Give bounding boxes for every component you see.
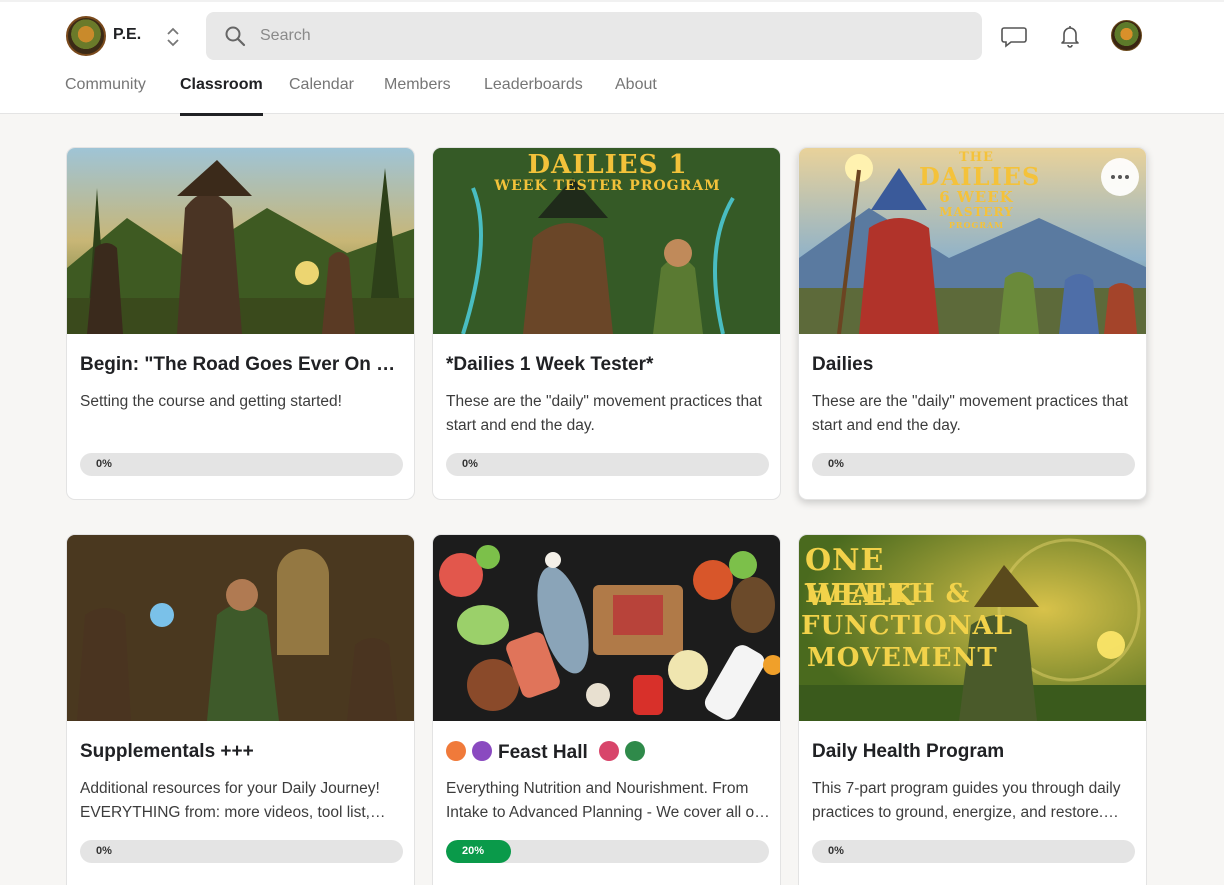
progress-bar: 20% bbox=[446, 840, 769, 863]
thumbnail-line: PROGRAM bbox=[948, 220, 1005, 230]
tab-leaderboards[interactable]: Leaderboards bbox=[484, 76, 583, 116]
bell-icon[interactable] bbox=[1056, 22, 1084, 50]
thumbnail-subtitle: WEEK TESTER PROGRAM bbox=[494, 178, 721, 194]
course-description: These are the "daily" movement practices… bbox=[446, 393, 762, 434]
top-header: P.E. Community Classroom Calendar Member… bbox=[0, 0, 1224, 116]
search-icon bbox=[224, 25, 246, 47]
tab-community[interactable]: Community bbox=[65, 76, 146, 116]
course-card[interactable]: Feast Hall Everything Nutrition and Nour… bbox=[432, 534, 781, 885]
progress-label: 0% bbox=[96, 458, 112, 470]
progress-label: 0% bbox=[96, 845, 112, 857]
course-title: Daily Health Program bbox=[812, 741, 1005, 762]
thumbnail-line: MASTERY bbox=[939, 205, 1014, 219]
course-card[interactable]: Begin: "The Road Goes Ever On and On" Se… bbox=[66, 147, 415, 500]
search-bar[interactable] bbox=[206, 12, 982, 60]
course-card[interactable]: THE DAILIES 6 WEEK MASTERY PROGRAM Daili… bbox=[798, 147, 1147, 500]
course-description: This 7-part program guides you through d… bbox=[812, 780, 1121, 821]
thumbnail-line: MOVEMENT bbox=[807, 643, 998, 673]
progress-label: 0% bbox=[828, 845, 844, 857]
course-description: Setting the course and getting started! bbox=[80, 393, 342, 410]
community-switcher-icon[interactable] bbox=[164, 24, 182, 50]
grapes-emoji-icon bbox=[472, 741, 492, 761]
community-logo[interactable] bbox=[66, 16, 106, 56]
progress-bar: 0% bbox=[446, 453, 769, 476]
course-card[interactable]: Supplementals +++ Additional resources f… bbox=[66, 534, 415, 885]
progress-label: 0% bbox=[462, 458, 478, 470]
progress-bar: 0% bbox=[812, 453, 1135, 476]
course-card[interactable]: DAILIES 1 WEEK TESTER PROGRAM *Dailies 1… bbox=[432, 147, 781, 500]
tab-classroom[interactable]: Classroom bbox=[180, 76, 263, 116]
course-title-text: Feast Hall bbox=[498, 742, 588, 763]
course-thumbnail: ONE WEEK HEALTH & FUNCTIONAL MOVEMENT bbox=[799, 535, 1146, 721]
search-input[interactable] bbox=[260, 12, 960, 60]
thumbnail-line: FUNCTIONAL bbox=[801, 611, 1013, 641]
course-title: Feast Hall bbox=[446, 741, 771, 764]
thumbnail-line: 6 WEEK bbox=[939, 188, 1014, 206]
user-avatar[interactable] bbox=[1111, 20, 1142, 51]
community-name[interactable]: P.E. bbox=[113, 26, 141, 44]
course-title: *Dailies 1 Week Tester* bbox=[446, 354, 654, 375]
tab-members[interactable]: Members bbox=[384, 76, 451, 116]
progress-label: 20% bbox=[462, 845, 485, 857]
tab-about[interactable]: About bbox=[615, 76, 657, 116]
course-thumbnail: DAILIES 1 WEEK TESTER PROGRAM bbox=[433, 148, 780, 335]
course-description: These are the "daily" movement practices… bbox=[812, 393, 1128, 434]
thumbnail-title: DAILIES bbox=[919, 162, 1041, 191]
course-title: Dailies bbox=[812, 354, 874, 375]
course-title: Supplementals +++ bbox=[80, 741, 254, 762]
course-thumbnail bbox=[433, 535, 780, 721]
sweet-potato-emoji-icon bbox=[446, 741, 466, 761]
broccoli-emoji-icon bbox=[625, 741, 646, 761]
progress-bar: 0% bbox=[80, 840, 403, 863]
meat-emoji-icon bbox=[599, 741, 620, 761]
course-thumbnail: THE DAILIES 6 WEEK MASTERY PROGRAM bbox=[799, 148, 1146, 335]
course-card[interactable]: ONE WEEK HEALTH & FUNCTIONAL MOVEMENT Da… bbox=[798, 534, 1147, 885]
tab-calendar[interactable]: Calendar bbox=[289, 76, 354, 116]
course-description: Additional resources for your Daily Jour… bbox=[80, 780, 380, 821]
course-description: Everything Nutrition and Nourishment. Fr… bbox=[446, 780, 759, 821]
chat-icon[interactable] bbox=[1000, 22, 1028, 50]
course-title: Begin: "The Road Goes Ever On and On" bbox=[80, 354, 405, 375]
more-options-button[interactable] bbox=[1101, 158, 1139, 196]
thumbnail-line: HEALTH & bbox=[805, 579, 971, 609]
thumbnail-title: DAILIES 1 bbox=[527, 150, 688, 180]
progress-bar: 0% bbox=[812, 840, 1135, 863]
course-thumbnail bbox=[67, 535, 414, 721]
course-thumbnail bbox=[67, 148, 414, 334]
progress-bar: 0% bbox=[80, 453, 403, 476]
progress-label: 0% bbox=[828, 458, 844, 470]
